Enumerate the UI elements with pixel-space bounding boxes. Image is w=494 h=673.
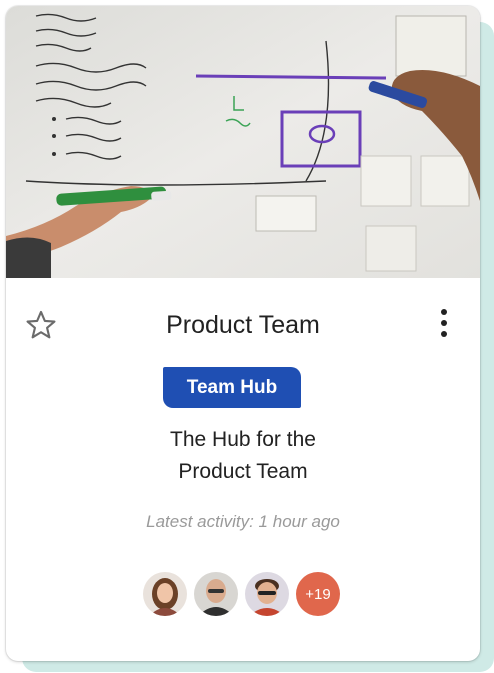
description-line-1: The Hub for the (170, 428, 316, 451)
favorite-button[interactable] (24, 308, 58, 342)
card-description: The Hub for the Product Team (86, 424, 400, 488)
team-hub-card[interactable]: Product Team Team Hub The Hub for the Pr… (6, 6, 480, 661)
avatar[interactable] (245, 572, 289, 616)
latest-activity: Latest activity: 1 hour ago (146, 512, 340, 531)
star-outline-icon (26, 310, 56, 339)
team-hub-badge: Team Hub (163, 367, 301, 408)
more-members-button[interactable]: +19 (296, 572, 340, 616)
card-title: Product Team (166, 311, 320, 339)
more-options-button[interactable] (430, 306, 458, 340)
cover-image (6, 6, 480, 278)
avatar[interactable] (194, 572, 238, 616)
avatar[interactable] (143, 572, 187, 616)
more-vert-icon (441, 309, 447, 315)
member-avatars: +19 (143, 572, 340, 616)
description-line-2: Product Team (178, 460, 308, 483)
